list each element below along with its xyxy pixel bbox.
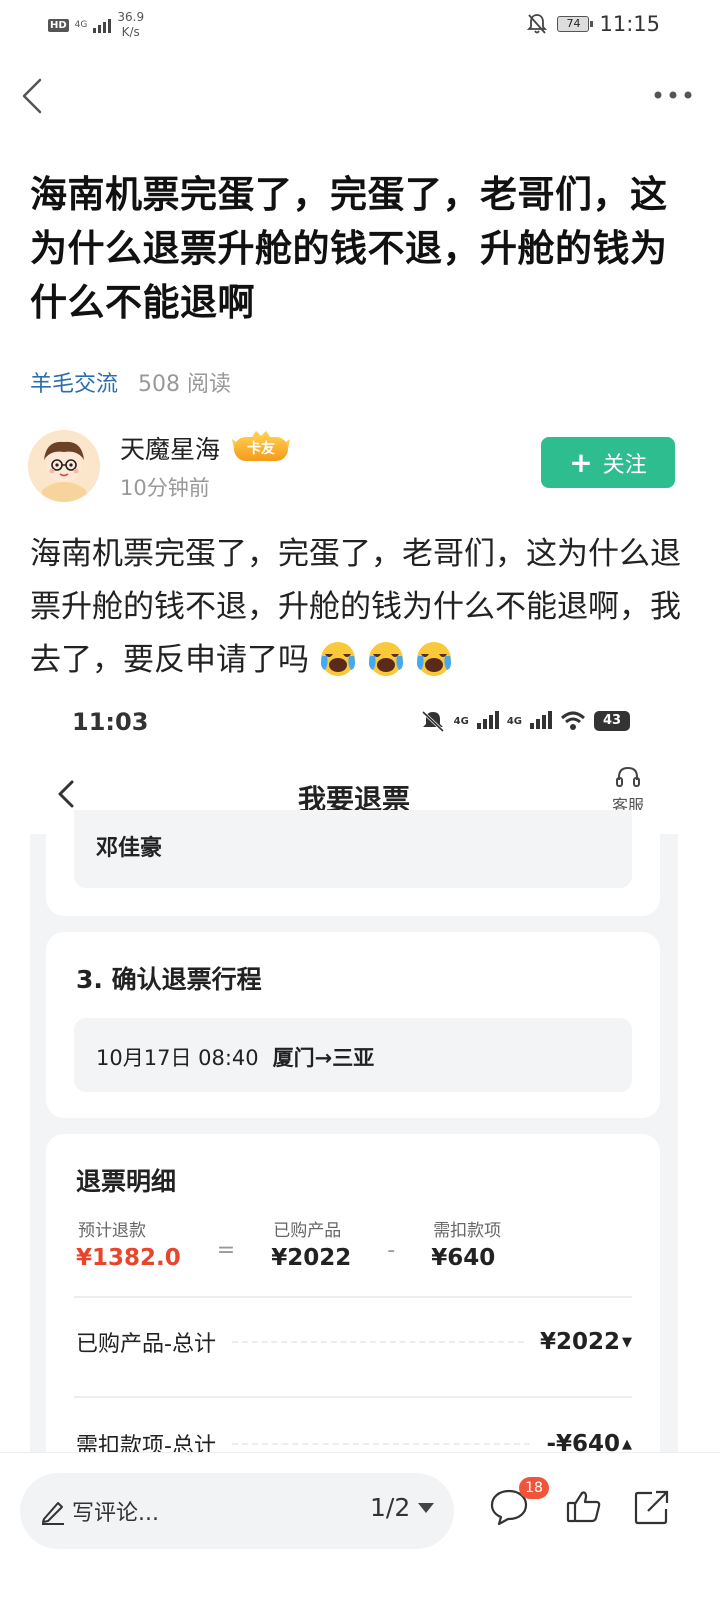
plus-icon: + bbox=[569, 445, 593, 479]
signal-icon bbox=[93, 17, 112, 33]
post-meta: 羊毛交流 508 阅读 bbox=[30, 366, 231, 398]
refund-detail-card: 退票明细 预计退款 ¥1382.0 = 已购产品 ¥2022 - 需扣款项 ¥6… bbox=[46, 1134, 660, 1452]
comment-count-badge: 18 bbox=[519, 1477, 549, 1499]
mute-icon bbox=[527, 14, 548, 34]
trip-time: 10月17日 08:40 bbox=[96, 1046, 259, 1070]
post-body: 海南机票完蛋了，完蛋了，老哥们，这为什么退票升舱的钱不退，升舱的钱为什么不能退啊… bbox=[30, 528, 690, 687]
headset-icon bbox=[616, 766, 640, 787]
comment-placeholder: 写评论... bbox=[72, 1501, 159, 1526]
divider bbox=[74, 1296, 632, 1298]
post-title: 海南机票完蛋了，完蛋了，老哥们，这为什么退票升舱的钱不退，升舱的钱为什么不能退啊 bbox=[30, 173, 668, 324]
post-image[interactable]: 11:03 4G 4G 43 我要退票 客服 邓佳豪 3. 确认退票行程 10月… bbox=[30, 690, 678, 1452]
image-status-bar: 11:03 4G 4G 43 bbox=[30, 690, 678, 754]
purchased-total-value: ¥2022 bbox=[539, 1329, 620, 1355]
clock: 11:15 bbox=[599, 12, 660, 36]
crying-emoji-icon bbox=[321, 642, 355, 676]
deduct-value: ¥640 bbox=[431, 1245, 496, 1271]
mute-icon bbox=[421, 710, 444, 732]
battery-icon: 74 bbox=[557, 16, 594, 32]
purchased-value: ¥2022 bbox=[271, 1245, 352, 1271]
minus-sign: - bbox=[387, 1238, 396, 1263]
pager-text: 1/2 bbox=[370, 1493, 411, 1522]
comment-input[interactable]: 写评论... 1/2 bbox=[20, 1473, 454, 1549]
follow-label: 关注 bbox=[602, 452, 647, 478]
badge-label: 卡友 bbox=[234, 437, 289, 461]
purchased-label: 已购产品 bbox=[273, 1221, 342, 1241]
detail-title: 退票明细 bbox=[76, 1167, 177, 1196]
equals-sign: = bbox=[216, 1238, 236, 1263]
customer-service: 客服 bbox=[606, 766, 650, 816]
signal-icon bbox=[530, 711, 552, 729]
trip-card: 3. 确认退票行程 10月17日 08:40 厦门→三亚 bbox=[46, 932, 660, 1118]
read-count: 508 阅读 bbox=[138, 372, 232, 397]
trip-route: 厦门→三亚 bbox=[272, 1046, 375, 1070]
trip-section-title: 3. 确认退票行程 bbox=[76, 965, 262, 994]
wifi-icon bbox=[560, 711, 586, 730]
author-row: 天魔星海 卡友 bbox=[120, 430, 292, 466]
est-refund-label: 预计退款 bbox=[78, 1221, 146, 1241]
user-badge: 卡友 bbox=[230, 431, 292, 465]
crying-emoji-icon bbox=[417, 642, 451, 676]
more-icon[interactable] bbox=[650, 82, 696, 108]
passenger-card: 邓佳豪 bbox=[46, 810, 660, 916]
est-refund-value: ¥1382.0 bbox=[76, 1245, 181, 1271]
purchased-total-label: 已购产品-总计 bbox=[76, 1332, 216, 1357]
caret-down-icon: ▼ bbox=[622, 1334, 632, 1350]
signal-icon bbox=[476, 711, 499, 729]
deduct-total-value: -¥640 bbox=[546, 1431, 620, 1452]
refund-formula: 预计退款 ¥1382.0 = 已购产品 ¥2022 - 需扣款项 ¥640 bbox=[76, 1216, 501, 1271]
bottom-bar: 写评论... 1/2 18 bbox=[0, 1452, 720, 1600]
author-name[interactable]: 天魔星海 bbox=[120, 430, 220, 466]
triangle-down-icon bbox=[418, 1502, 435, 1513]
follow-button[interactable]: + 关注 bbox=[541, 437, 675, 488]
network-type: 4G bbox=[74, 19, 88, 30]
like-icon[interactable] bbox=[564, 1487, 604, 1527]
caret-up-icon: ▲ bbox=[622, 1436, 632, 1452]
deduct-total-row: 需扣款项-总计 -¥640 ▲ bbox=[76, 1428, 632, 1452]
deduct-total-label: 需扣款项-总计 bbox=[76, 1434, 216, 1452]
image-pager[interactable]: 1/2 bbox=[370, 1493, 435, 1522]
passenger-name: 邓佳豪 bbox=[74, 810, 632, 888]
back-icon[interactable] bbox=[18, 76, 54, 116]
image-network-1: 4G bbox=[453, 715, 469, 727]
channel-link[interactable]: 羊毛交流 bbox=[30, 366, 118, 398]
trip-row: 10月17日 08:40 厦门→三亚 bbox=[74, 1018, 632, 1092]
image-network-2: 4G bbox=[506, 715, 522, 727]
avatar[interactable] bbox=[28, 430, 100, 502]
network-speed: 36.9 K/s bbox=[117, 10, 144, 40]
deduct-label: 需扣款项 bbox=[433, 1221, 502, 1241]
speed-value: 36.9 bbox=[117, 10, 145, 24]
hd-indicator: HD bbox=[48, 18, 69, 32]
divider bbox=[74, 1396, 632, 1398]
post-time: 10分钟前 bbox=[120, 476, 210, 500]
status-bar: HD 4G 36.9 K/s 74 11:15 bbox=[0, 0, 720, 50]
pen-icon bbox=[42, 1502, 64, 1525]
image-battery: 43 bbox=[594, 711, 630, 731]
share-icon[interactable] bbox=[632, 1487, 672, 1527]
image-clock: 11:03 bbox=[72, 708, 149, 736]
crying-emoji-icon bbox=[369, 642, 403, 676]
speed-unit: K/s bbox=[121, 25, 140, 39]
purchased-total-row: 已购产品-总计 ¥2022 ▼ bbox=[76, 1326, 632, 1358]
